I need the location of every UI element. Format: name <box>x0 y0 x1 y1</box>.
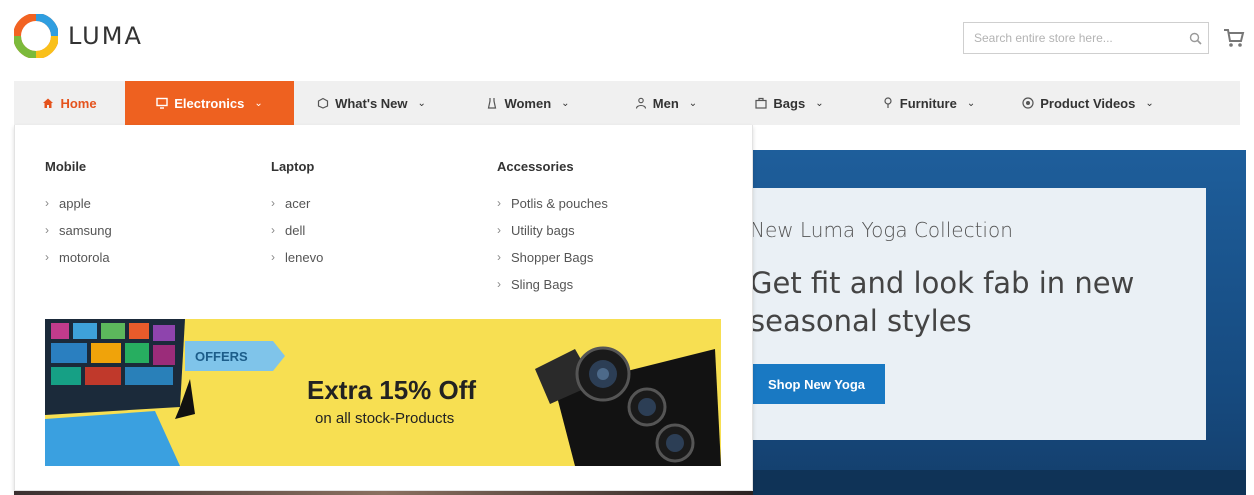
chevron-down-icon: ⌄ <box>815 97 824 109</box>
nav-item-bags[interactable]: Bags ⌄ <box>725 81 854 125</box>
nav-label: What's New <box>335 95 408 111</box>
nav-label: Furniture <box>899 95 957 111</box>
chevron-right-icon: › <box>497 196 501 210</box>
menu-item[interactable]: › Utility bags <box>497 223 608 250</box>
nav-item-men[interactable]: Men ⌄ <box>607 81 725 125</box>
hero-card: New Luma Yoga Collection Get fit and loo… <box>720 188 1206 440</box>
nav-item-electronics[interactable]: Electronics ⌄ <box>125 81 294 125</box>
menu-item-label: motorola <box>59 250 110 265</box>
menu-item[interactable]: › Shopper Bags <box>497 250 608 277</box>
menu-item-label: dell <box>285 223 306 238</box>
bottom-image-strip <box>14 491 753 495</box>
search-box <box>963 22 1209 54</box>
menu-column-mobile: Mobile › apple › samsung › motorola <box>45 159 112 277</box>
cart-icon[interactable] <box>1222 26 1246 50</box>
bag-icon <box>755 97 768 109</box>
menu-item[interactable]: › lenevo <box>271 250 323 277</box>
menu-item-label: Sling Bags <box>511 277 574 292</box>
menu-item[interactable]: › samsung <box>45 223 112 250</box>
camera-lens-image <box>535 346 721 466</box>
chevron-right-icon: › <box>45 250 49 264</box>
offers-badge-text: OFFERS <box>195 349 248 364</box>
hero-title: Get fit and look fab in new seasonal sty… <box>750 266 1135 338</box>
chevron-right-icon: › <box>497 223 501 237</box>
nav-item-women[interactable]: Women ⌄ <box>449 81 607 125</box>
hero-water-image <box>720 470 1246 495</box>
nav-label: Men <box>652 95 679 111</box>
chevron-right-icon: › <box>497 250 501 264</box>
chevron-down-icon: ⌄ <box>688 97 698 109</box>
menu-item-label: samsung <box>59 223 112 238</box>
electronics-dropdown-menu: Mobile › apple › samsung › motorola Laptop … <box>14 125 753 491</box>
menu-item-label: Shopper Bags <box>511 250 594 265</box>
menu-heading-mobile[interactable]: Mobile <box>45 159 112 174</box>
nav-item-furniture[interactable]: Furniture ⌄ <box>854 81 1003 125</box>
chevron-right-icon: › <box>45 223 49 237</box>
shop-new-yoga-button[interactable]: Shop New Yoga <box>748 364 885 404</box>
search-icon <box>1189 32 1202 45</box>
chevron-down-icon: ⌄ <box>254 97 263 109</box>
nav-label: Bags <box>773 95 806 111</box>
brand-name: LUMA <box>68 22 143 50</box>
menu-item[interactable]: › motorola <box>45 250 112 277</box>
home-icon <box>43 98 54 108</box>
menu-column-laptop: Laptop › acer › dell › lenevo <box>271 159 323 277</box>
chevron-right-icon: › <box>45 196 49 210</box>
menu-heading-accessories[interactable]: Accessories <box>497 159 608 174</box>
box-icon <box>317 97 329 109</box>
main-navigation: Home Electronics ⌄ What's New ⌄ Women ⌄ … <box>14 81 1240 125</box>
menu-heading-laptop[interactable]: Laptop <box>271 159 323 174</box>
promo-subtitle: on all stock-Products <box>315 410 455 427</box>
menu-item-label: Utility bags <box>511 223 575 238</box>
menu-item-label: acer <box>285 196 311 211</box>
search-button[interactable] <box>1182 23 1208 53</box>
promo-banner[interactable]: OFFERS Extra 15% Off on all stock-Produc… <box>45 319 721 466</box>
hero-banner: New Luma Yoga Collection Get fit and loo… <box>720 150 1246 495</box>
menu-item-label: Potlis & pouches <box>511 196 608 211</box>
chevron-down-icon: ⌄ <box>966 97 976 109</box>
nav-label: Electronics <box>174 95 245 111</box>
monitor-icon <box>156 97 168 109</box>
chevron-right-icon: › <box>271 223 275 237</box>
offers-badge: OFFERS <box>185 341 285 371</box>
chevron-right-icon: › <box>271 250 275 264</box>
chevron-down-icon: ⌄ <box>561 97 570 109</box>
search-input[interactable] <box>964 23 1182 53</box>
play-icon <box>1022 97 1034 109</box>
menu-item-label: lenevo <box>285 250 324 265</box>
chevron-right-icon: › <box>497 277 501 291</box>
nav-item-whats-new[interactable]: What's New ⌄ <box>294 81 449 125</box>
luma-logo[interactable]: LUMA <box>14 14 143 58</box>
nav-label: Home <box>60 95 97 111</box>
menu-item[interactable]: › acer <box>271 196 323 223</box>
person-icon <box>635 97 646 109</box>
promo-title: Extra 15% Off <box>307 375 477 405</box>
menu-item[interactable]: › Potlis & pouches <box>497 196 608 223</box>
lamp-icon <box>884 97 892 108</box>
menu-item[interactable]: › Sling Bags <box>497 277 608 304</box>
chevron-down-icon: ⌄ <box>417 97 426 109</box>
menu-column-accessories: Accessories › Potlis & pouches › Utility b… <box>497 159 608 304</box>
chevron-down-icon: ⌄ <box>1145 97 1154 109</box>
menu-item-label: apple <box>59 196 91 211</box>
menu-item[interactable]: › apple <box>45 196 112 223</box>
nav-item-home[interactable]: Home <box>14 81 125 125</box>
chevron-right-icon: › <box>271 196 275 210</box>
nav-label: Product Videos <box>1040 95 1136 111</box>
luma-logo-icon <box>14 14 58 58</box>
nav-item-product-videos[interactable]: Product Videos ⌄ <box>1003 81 1173 125</box>
hero-subtitle: New Luma Yoga Collection <box>750 218 1013 242</box>
dress-icon <box>488 98 497 109</box>
menu-item[interactable]: › dell <box>271 223 323 250</box>
nav-label: Women <box>504 95 552 111</box>
